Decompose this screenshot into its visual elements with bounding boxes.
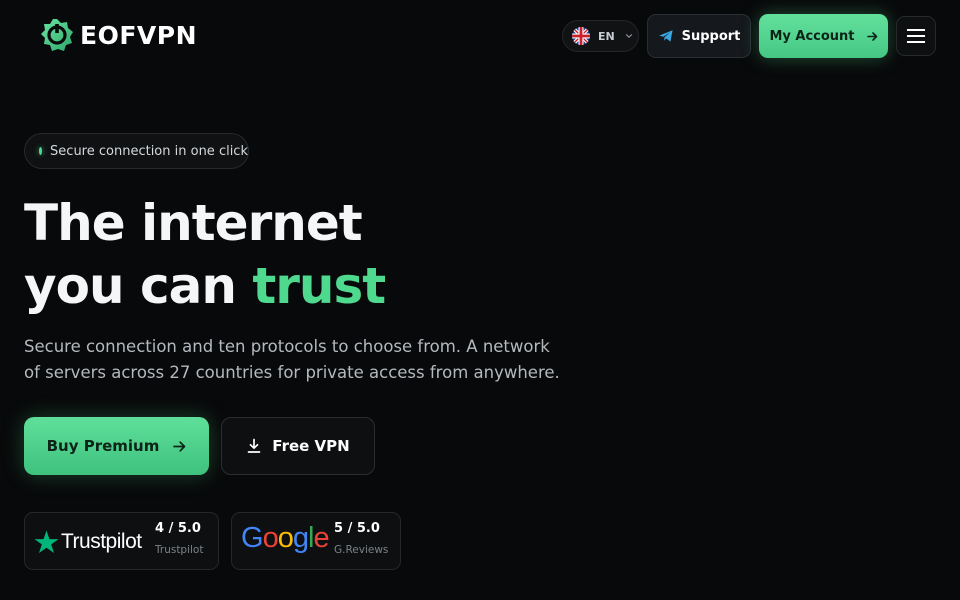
arrow-right-icon <box>866 31 877 41</box>
support-button[interactable]: Support <box>647 14 751 58</box>
hero-title-line1: The internet <box>24 194 363 252</box>
buy-premium-label: Buy Premium <box>46 437 160 455</box>
status-dot-icon <box>39 147 43 155</box>
download-icon <box>247 438 261 453</box>
trustpilot-score: 4 / 5.0 <box>155 521 201 536</box>
free-vpn-label: Free VPN <box>272 437 350 455</box>
badge-text: Secure connection in one click <box>50 143 248 159</box>
brand-name: EOFVPN <box>80 20 198 50</box>
trustpilot-logo: Trustpilot <box>34 530 142 554</box>
google-source: G.Reviews <box>334 544 389 556</box>
hero-description: Secure connection and ten protocols to c… <box>24 337 560 382</box>
google-review-card[interactable]: Google 5 / 5.0 G.Reviews <box>231 512 401 570</box>
brand-logo[interactable]: EOFVPN <box>40 18 197 52</box>
hero-title-line2: you can <box>24 257 253 315</box>
trustpilot-source: Trustpilot <box>155 544 204 556</box>
logo-icon <box>41 19 73 51</box>
buy-premium-button[interactable]: Buy Premium <box>24 417 209 475</box>
language-code: EN <box>598 29 615 43</box>
arrow-right-icon <box>173 440 186 452</box>
uk-flag-icon <box>572 27 590 45</box>
hamburger-menu-icon <box>907 29 925 43</box>
hero-title-accent: trust <box>252 257 386 315</box>
google-score: 5 / 5.0 <box>334 521 380 536</box>
my-account-label: My Account <box>769 28 855 44</box>
status-badge: Secure connection in one click <box>24 133 249 169</box>
telegram-icon <box>658 30 673 42</box>
hero-title: The internet you can trust <box>24 192 386 318</box>
trustpilot-review-card[interactable]: Trustpilot 4 / 5.0 Trustpilot <box>24 512 219 570</box>
google-logo: Google <box>241 522 330 554</box>
support-label: Support <box>681 28 741 44</box>
site-header: EOFVPN EN Support My Account <box>0 0 960 72</box>
free-vpn-button[interactable]: Free VPN <box>221 417 375 475</box>
menu-button[interactable] <box>896 16 936 56</box>
trustpilot-name: Trustpilot <box>61 530 142 553</box>
trustpilot-star-icon <box>34 530 59 553</box>
my-account-button[interactable]: My Account <box>759 14 888 58</box>
language-selector[interactable]: EN <box>562 20 639 52</box>
chevron-down-icon <box>625 34 632 39</box>
